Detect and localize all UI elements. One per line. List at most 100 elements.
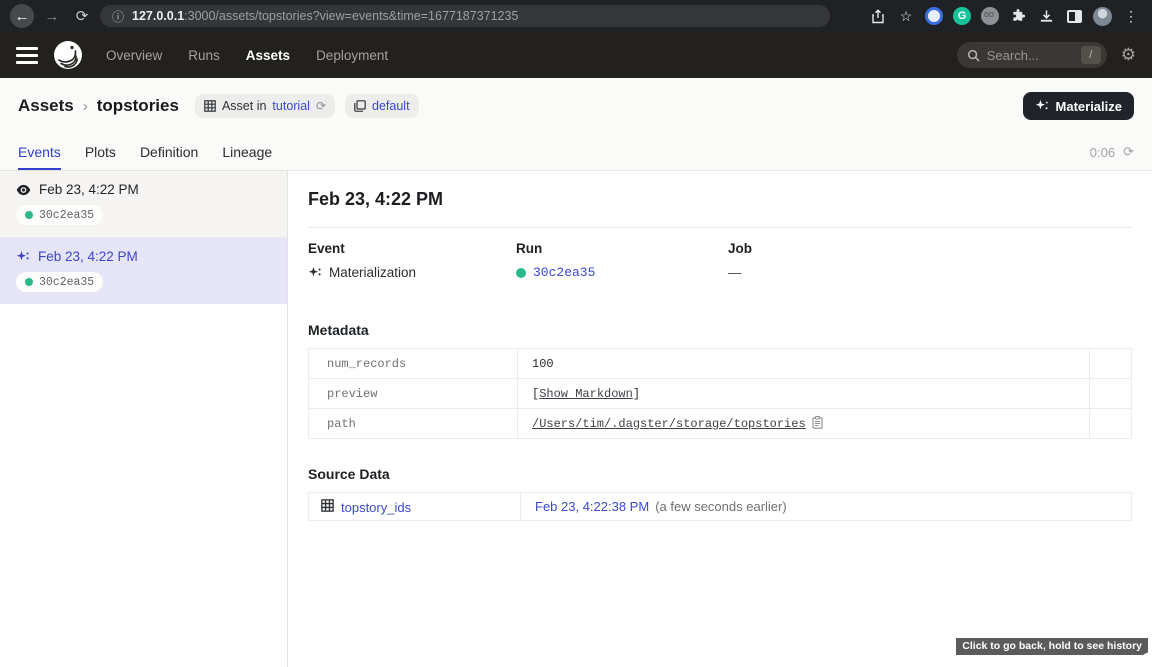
refresh-timer: 0:06 [1090, 145, 1115, 160]
tab-definition[interactable]: Definition [140, 134, 198, 170]
puzzle-extensions-icon[interactable] [1009, 7, 1027, 25]
source-data-heading: Source Data [308, 466, 1132, 482]
source-data-table: topstory_ids Feb 23, 4:22:38 PM (a few se… [308, 492, 1132, 521]
metadata-value: /Users/tim/.dagster/storage/topstories [518, 409, 1090, 439]
url-text: 127.0.0.1:3000/assets/topstories?view=ev… [132, 9, 518, 23]
breadcrumb-asset-name: topstories [97, 96, 179, 116]
side-panel-icon[interactable] [1065, 7, 1083, 25]
browser-forward-icon[interactable]: → [40, 4, 64, 28]
asset-tabs: Events Plots Definition Lineage 0:06 ⟳ [0, 134, 1152, 171]
bookmark-star-icon[interactable]: ☆ [897, 7, 915, 25]
address-bar[interactable]: ⓘ 127.0.0.1:3000/assets/topstories?view=… [100, 5, 830, 27]
metadata-key: preview [309, 379, 518, 409]
materialize-button[interactable]: Materialize [1023, 92, 1134, 120]
metadata-heading: Metadata [308, 322, 1132, 338]
extension-blue-icon[interactable] [925, 7, 943, 25]
browser-back-tooltip: Click to go back, hold to see history [955, 637, 1149, 656]
eye-observation-icon [16, 184, 31, 196]
event-run-tag[interactable]: 30c2ea35 [16, 272, 103, 292]
event-list-item-observation[interactable]: Feb 23, 4:22 PM 30c2ea35 [0, 171, 287, 238]
run-id: 30c2ea35 [39, 276, 94, 289]
table-row: path /Users/tim/.dagster/storage/topstor… [309, 409, 1132, 439]
bracket: ] [633, 387, 640, 401]
show-markdown-link[interactable]: Show Markdown [539, 387, 633, 401]
metadata-value: [Show Markdown] [518, 379, 1090, 409]
browser-menu-icon[interactable]: ⋮ [1122, 7, 1140, 25]
search-icon [967, 49, 980, 62]
layers-icon [354, 100, 366, 112]
settings-gear-icon[interactable]: ⚙ [1121, 45, 1136, 65]
profile-avatar[interactable] [1093, 7, 1112, 26]
asset-header: Assets › topstories Asset in tutorial ⟳ … [0, 78, 1152, 134]
nav-link-overview[interactable]: Overview [106, 48, 162, 63]
app-navbar: Overview Runs Assets Deployment Search..… [0, 32, 1152, 78]
source-time-link[interactable]: Feb 23, 4:22:38 PM [535, 499, 649, 514]
run-id-link[interactable]: 30c2ea35 [533, 265, 595, 280]
tab-lineage[interactable]: Lineage [222, 134, 272, 170]
source-asset-cell: topstory_ids [309, 493, 521, 521]
event-column-label: Event [308, 241, 516, 256]
nav-link-deployment[interactable]: Deployment [316, 48, 388, 63]
repo-badge[interactable]: Asset in tutorial ⟳ [195, 94, 335, 118]
browser-actions: ☆ G ⋮ [869, 7, 1142, 26]
run-column-label: Run [516, 241, 728, 256]
event-timestamp: Feb 23, 4:22 PM [39, 182, 139, 197]
event-detail-title: Feb 23, 4:22 PM [308, 189, 1132, 210]
event-detail-panel: Feb 23, 4:22 PM Event Materialization Ru… [288, 171, 1152, 667]
materialization-sparkle-icon [16, 250, 30, 264]
group-badge[interactable]: default [345, 94, 419, 118]
event-run-tag[interactable]: 30c2ea35 [16, 205, 103, 225]
search-shortcut-badge: / [1081, 46, 1101, 64]
grammarly-icon[interactable]: G [953, 7, 971, 25]
url-host: 127.0.0.1 [132, 9, 184, 23]
repo-refresh-icon[interactable]: ⟳ [316, 99, 326, 113]
table-row: preview [Show Markdown] [309, 379, 1132, 409]
run-status-dot [516, 268, 526, 278]
materialization-sparkle-icon [308, 266, 322, 280]
group-badge-link[interactable]: default [372, 99, 410, 113]
path-link[interactable]: /Users/tim/.dagster/storage/topstories [532, 417, 806, 431]
job-column-label: Job [728, 241, 752, 256]
breadcrumb-assets[interactable]: Assets [18, 96, 74, 116]
metadata-table: num_records 100 preview [Show Markdown] … [308, 348, 1132, 439]
search-placeholder: Search... [987, 48, 1074, 63]
breadcrumb: Assets › topstories [18, 96, 179, 116]
copy-clipboard-icon[interactable] [812, 416, 823, 429]
repo-badge-text: Asset in [222, 99, 266, 113]
nav-link-assets[interactable]: Assets [246, 48, 290, 63]
table-grid-icon [204, 100, 216, 112]
download-icon[interactable] [1037, 7, 1055, 25]
goggles-extension-icon[interactable] [981, 7, 999, 25]
event-type-value: Materialization [329, 265, 416, 280]
nav-links: Overview Runs Assets Deployment [106, 48, 388, 63]
tab-plots[interactable]: Plots [85, 134, 116, 170]
url-path: :3000/assets/topstories?view=events&time… [184, 9, 518, 23]
run-status-dot [25, 211, 33, 219]
search-input[interactable]: Search... / [957, 42, 1107, 68]
refresh-icon[interactable]: ⟳ [1123, 144, 1134, 160]
job-value: — [728, 265, 742, 280]
browser-reload-icon[interactable]: ⟳ [70, 4, 94, 28]
sparkle-icon [1035, 99, 1049, 113]
source-asset-link[interactable]: topstory_ids [341, 500, 411, 515]
event-list-sidebar: Feb 23, 4:22 PM 30c2ea35 Feb 23, 4:22 PM… [0, 171, 288, 667]
repo-badge-link[interactable]: tutorial [272, 99, 310, 113]
table-row: num_records 100 [309, 349, 1132, 379]
dagster-logo[interactable] [52, 39, 84, 71]
event-list-item-materialization[interactable]: Feb 23, 4:22 PM 30c2ea35 [0, 238, 287, 304]
browser-back-icon[interactable]: ← [10, 4, 34, 28]
source-time-cell: Feb 23, 4:22:38 PM (a few seconds earlier… [521, 493, 1132, 521]
metadata-key: num_records [309, 349, 518, 379]
tab-events[interactable]: Events [18, 134, 61, 170]
site-info-icon[interactable]: ⓘ [112, 8, 124, 25]
metadata-key: path [309, 409, 518, 439]
source-time-note: (a few seconds earlier) [655, 499, 787, 514]
run-id: 30c2ea35 [39, 209, 94, 222]
share-icon[interactable] [869, 7, 887, 25]
materialize-label: Materialize [1056, 99, 1122, 114]
run-status-dot [25, 278, 33, 286]
table-row: topstory_ids Feb 23, 4:22:38 PM (a few se… [309, 493, 1132, 521]
hamburger-menu-icon[interactable] [16, 47, 38, 64]
nav-link-runs[interactable]: Runs [188, 48, 220, 63]
breadcrumb-separator: › [83, 98, 88, 115]
